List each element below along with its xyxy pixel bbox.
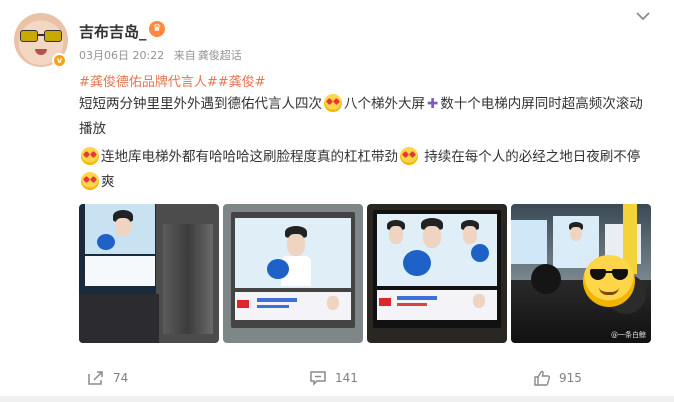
topic-tags[interactable]: #龚俊德佑品牌代言人##龚俊#: [79, 71, 266, 90]
post-date[interactable]: 03月06日 20:22: [79, 49, 164, 62]
username[interactable]: 吉布吉岛_: [79, 21, 147, 42]
crown-icon[interactable]: ♛: [149, 21, 165, 37]
like-count: 915: [559, 371, 582, 385]
text-segment: 持续在每个人的必经之地日夜刷不停: [424, 149, 641, 165]
thumbs-up-icon: [534, 370, 551, 386]
text-segment: 短短两分钟里里外外遇到德佑代言人四次: [79, 96, 322, 112]
chevron-down-icon[interactable]: [634, 9, 652, 23]
source-prefix: 来自: [173, 49, 196, 62]
v-badge-icon: v: [52, 53, 67, 68]
heart-eyes-emoji-icon: [324, 94, 342, 112]
post-paragraph-1: 短短两分钟里里外外遇到德佑代言人四次 八个梯外大屏 ✚ 数十个电梯内屏同时超高频次滚动…: [79, 92, 654, 142]
image-watermark: @一条白鲸: [611, 331, 646, 339]
plus-icon: ✚: [427, 96, 439, 112]
comment-count: 141: [335, 371, 358, 385]
post-meta: 03月06日 20:22 来自 龚俊超话: [79, 47, 248, 63]
text-segment: 八个梯外大屏: [344, 96, 425, 112]
share-count: 74: [113, 371, 129, 385]
post-image-3[interactable]: [367, 204, 507, 343]
comment-button[interactable]: 141: [309, 367, 358, 389]
comment-icon: [310, 371, 326, 386]
avatar-glasses: [20, 30, 62, 42]
share-button[interactable]: 74: [87, 367, 128, 389]
post-image-2[interactable]: [223, 204, 363, 343]
share-icon: [88, 371, 103, 385]
like-button[interactable]: 915: [533, 367, 582, 389]
weibo-post-card: v 吉布吉岛_ ♛ 03月06日 20:22 来自 龚俊超话 #龚俊德佑品牌代言人…: [0, 0, 674, 402]
post-source[interactable]: 龚俊超话: [198, 49, 242, 62]
heart-eyes-emoji-icon: [400, 147, 418, 165]
text-segment: 爽: [101, 174, 115, 190]
heart-eyes-emoji-icon: [81, 172, 99, 190]
text-segment: 连地库电梯外都有哈哈哈这刷脸程度真的杠杠带劲: [101, 149, 398, 165]
post-paragraph-2: 连地库电梯外都有哈哈哈这刷脸程度真的杠杠带劲 持续在每个人的必经之地日夜刷不停爽: [79, 145, 654, 195]
sunglasses-emoji-icon: [583, 255, 635, 307]
card-divider: [0, 396, 674, 402]
post-image-1[interactable]: [79, 204, 219, 343]
heart-eyes-emoji-icon: [81, 147, 99, 165]
